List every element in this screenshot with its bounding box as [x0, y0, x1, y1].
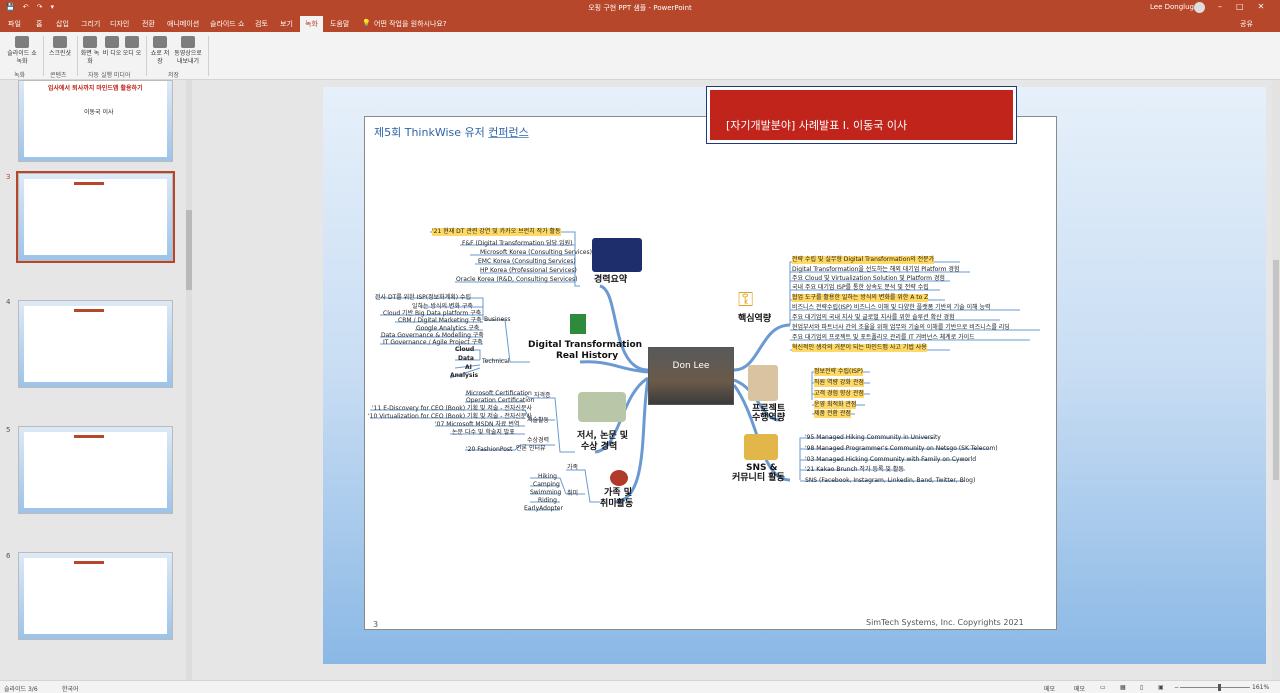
dt-label: Real History — [556, 351, 619, 361]
project-item: 고객 경험 향상 관점 — [814, 390, 864, 398]
books-label: 저서, 논문 및 — [577, 431, 629, 441]
project-item: 직원 역량 강화 관점 — [814, 379, 864, 387]
copyright: SimTech Systems, Inc. Copyrights 2021 — [866, 618, 1024, 627]
books-label: 수상 경력 — [581, 442, 618, 452]
community-icon — [744, 434, 778, 460]
slide-counter: 슬라이드 3/6 — [4, 686, 38, 693]
core-item: 국내 주요 대기업 ISP를 통한 상속도 분석 및 전략 수립 — [792, 284, 929, 291]
center-label: Don Lee — [672, 361, 710, 371]
sns-item: SNS (Facebook, Instagram, Linkedin, Band… — [805, 477, 976, 484]
document-icon — [570, 314, 586, 334]
write-item: '07 Microsoft MSDN 자료 번역 — [435, 421, 520, 428]
family-label: 가족 및 — [604, 488, 632, 498]
hobby-item: Camping — [533, 481, 560, 488]
family-fam: 가족 — [567, 464, 579, 471]
dt-biz-item: CRM / Digital Marketing 구축 — [398, 317, 482, 324]
zoom-level[interactable]: 161% — [1252, 684, 1269, 691]
hobby-item: Swimming — [530, 489, 562, 496]
family-hobby: 취미 — [567, 490, 579, 497]
reading-view-icon[interactable]: ▯ — [1140, 684, 1143, 691]
sns-label: SNS & — [746, 463, 778, 473]
books-award: 수상경력 — [527, 437, 550, 444]
family-icon — [610, 470, 628, 486]
core-item: 전략 수립 및 실무형 Digital Transformation의 전문가 — [792, 256, 935, 264]
core-item: 혁신적인 생각의 거분이 되는 마인드맵 사고 기법 사용 — [792, 344, 927, 352]
write-item: '11 E-Discovery for CEO (Book) 기획 및 저술 -… — [372, 405, 532, 412]
core-label: 핵심역량 — [738, 314, 772, 324]
career-item: HP Korea (Professional Services) — [480, 267, 577, 274]
core-item: 비즈니스 전략수립(ISP) 비즈니스 이해 및 다양한 플랫폼 기반의 기술 … — [792, 304, 991, 311]
key-icon: ⚿ — [738, 287, 754, 311]
branch-core — [733, 323, 791, 372]
project-item: 제품 전환 관점 — [814, 410, 851, 418]
hobby-item: Riding — [538, 497, 557, 504]
hobby-item: EarlyAdopter — [524, 505, 563, 512]
sns-item: '98 Managed Programmer's Community on Ne… — [805, 445, 998, 452]
presenter-icon — [748, 365, 778, 401]
dt-tech-item: AI — [465, 364, 472, 371]
main-scrollbar[interactable] — [1272, 80, 1280, 680]
sorter-view-icon[interactable]: ▦ — [1120, 684, 1126, 691]
notes-button[interactable]: 메모 — [1044, 684, 1055, 693]
career-item: Oracle Korea (R&D, Consulting Services) — [456, 276, 578, 283]
career-label: 경력요약 — [594, 275, 628, 285]
project-item: 정보전략 수립(ISP) — [814, 368, 863, 376]
sns-item: '03 Managed Hicking Community with Famil… — [805, 456, 977, 463]
slideshow-view-icon[interactable]: ▣ — [1158, 684, 1164, 691]
award-item: '20 FashionPost — [466, 446, 513, 453]
sns-item: '95 Managed Hiking Community in Universi… — [805, 434, 941, 441]
core-item: Digital Transformation을 선도하는 해외 대기업 Plat… — [792, 266, 960, 273]
dt-label: Digital Transformation — [528, 340, 643, 350]
cert-item: Operation Certification — [466, 397, 535, 404]
project-label: 프로젝트 — [752, 404, 786, 414]
sns-item: '21 Kakao Brunch 작가 등록 및 활동 — [805, 466, 904, 473]
notebook-icon — [592, 238, 642, 272]
dt-business: Business — [484, 316, 511, 323]
zoom-slider[interactable] — [1180, 684, 1250, 691]
dt-tech-item: Data — [458, 355, 474, 362]
dt-biz-item: 전사 DT를 위한 ISP(정보화계획) 수립 — [375, 294, 472, 301]
dt-tech-item: Analysis — [450, 372, 479, 379]
sns-label: 커뮤니티 활동 — [732, 473, 785, 483]
zoom-handle[interactable] — [1218, 684, 1221, 691]
career-item: EMC Korea (Consulting Services) — [478, 258, 576, 265]
dt-tech-item: Cloud — [455, 346, 475, 353]
comments-button[interactable]: 메모 — [1074, 684, 1085, 693]
core-item: 주요 Cloud 및 Virtualization Solution 및 Pla… — [792, 275, 945, 282]
page-number: 3 — [373, 620, 379, 629]
career-item: Microsoft Korea (Consulting Services) — [480, 249, 592, 256]
core-item: 주요 대기업의 국내 지사 및 글로벌 지사를 위한 솔루션 확산 경험 — [792, 314, 955, 321]
center-photo[interactable]: Don Lee — [648, 347, 734, 405]
books-icon — [578, 392, 626, 422]
project-item: 운영 최적화 관점 — [814, 401, 857, 409]
core-item: 현업부서와 파트너사 간의 조율을 위해 업무와 기술의 이해를 기반으로 비즈… — [792, 324, 1010, 331]
language[interactable]: 한국어 — [62, 684, 79, 693]
core-item: 주요 대기업의 프로젝트 및 포트폴리오 관리를 IT 거버넌스 체계로 가이드 — [792, 334, 975, 341]
project-label: 수행역량 — [752, 413, 786, 423]
hobby-item: Hiking — [538, 473, 557, 480]
normal-view-icon[interactable]: ▭ — [1100, 684, 1106, 691]
career-item: '21 현재 DT 관련 강연 및 카카오 브런치 작가 활동 — [432, 228, 561, 236]
core-item: 협업 도구를 활용한 일하는 방식의 변화를 위한 A to Z — [792, 294, 929, 302]
status-bar: 슬라이드 3/6 한국어 메모 메모 ▭ ▦ ▯ ▣ − 161% — [0, 680, 1280, 693]
write-item: '10 Virtualization for CEO (Book) 기획 및 저… — [368, 413, 532, 420]
scroll-thumb[interactable] — [1273, 260, 1279, 480]
dt-technical: Technical — [482, 358, 510, 365]
zoom-out-icon[interactable]: − — [1174, 684, 1179, 691]
family-label: 취미활동 — [600, 499, 634, 509]
career-item: F&F (Digital Transformation 담당 임원) — [462, 240, 573, 247]
books-cert: 자격증 — [534, 392, 551, 399]
books-interview: 언론 인터뷰 — [516, 445, 546, 452]
write-item: 논문 다수 및 학술지 발표 — [452, 429, 515, 436]
